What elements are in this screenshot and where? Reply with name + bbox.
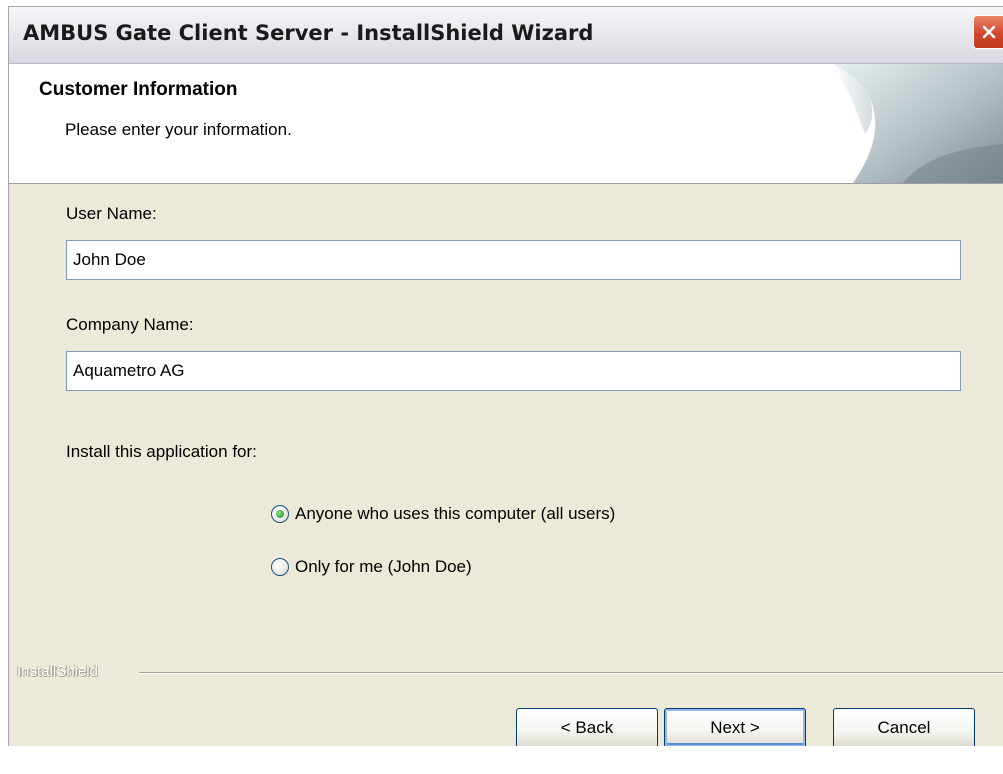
radio-label-only-me: Only for me (John Doe) — [295, 557, 472, 576]
radio-selected-indicator — [276, 510, 284, 518]
installer-window: AMBUS Gate Client Server - InstallShield… — [8, 6, 1003, 746]
install-for-label: Install this application for: — [66, 442, 257, 461]
window-title: AMBUS Gate Client Server - InstallShield… — [23, 21, 594, 45]
cancel-button[interactable]: Cancel — [833, 708, 975, 746]
close-icon — [981, 24, 997, 40]
company-name-input[interactable] — [66, 351, 961, 391]
close-button[interactable] — [973, 15, 1003, 49]
page-subtitle: Please enter your information. — [65, 120, 292, 139]
wizard-header: Customer Information Please enter your i… — [9, 64, 1003, 184]
radio-label-all-users: Anyone who uses this computer (all users… — [295, 504, 616, 523]
user-name-input[interactable] — [66, 240, 961, 280]
separator-line — [139, 672, 1003, 674]
next-button[interactable]: Next > — [664, 708, 806, 746]
header-graphic — [813, 64, 1003, 183]
radio-button-all-users[interactable] — [271, 505, 289, 523]
title-bar[interactable]: AMBUS Gate Client Server - InstallShield… — [9, 7, 1003, 64]
radio-button-only-me[interactable] — [271, 558, 289, 576]
radio-option-only-me[interactable]: Only for me (John Doe) — [271, 557, 472, 577]
page-title: Customer Information — [39, 79, 238, 100]
installshield-brand: InstallShield — [17, 663, 98, 680]
user-name-label: User Name: — [66, 204, 157, 223]
radio-option-all-users[interactable]: Anyone who uses this computer (all users… — [271, 504, 615, 524]
back-button[interactable]: < Back — [516, 708, 658, 746]
installshield-separator: InstallShield — [9, 663, 1003, 683]
company-name-label: Company Name: — [66, 315, 194, 334]
